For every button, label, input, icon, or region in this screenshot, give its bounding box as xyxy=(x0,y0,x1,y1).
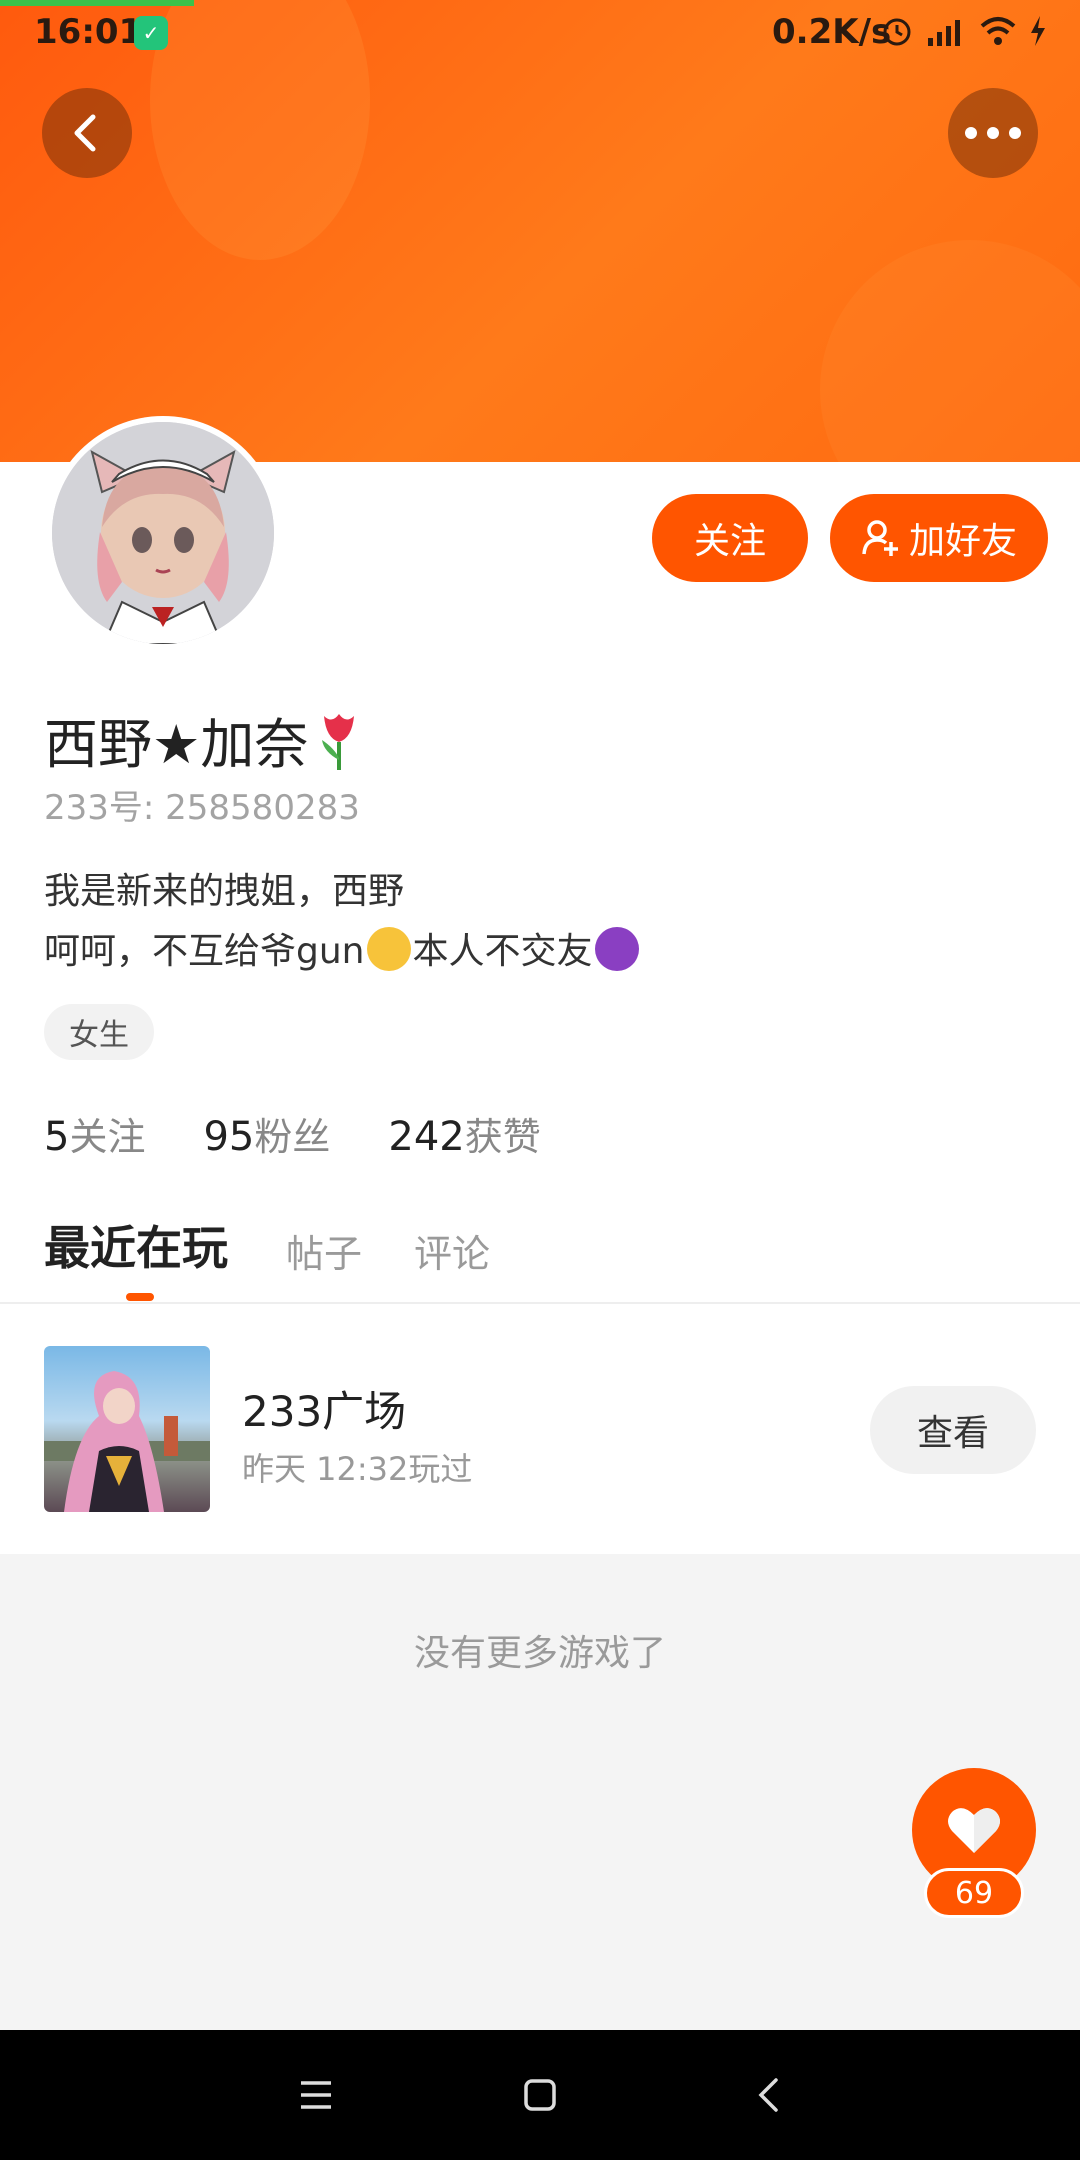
heart-icon xyxy=(948,1808,1000,1853)
bio-line-1: 我是新来的拽姐，西野 xyxy=(44,871,405,912)
network-speed: 0.2K/s xyxy=(772,12,892,52)
tab-indicator xyxy=(126,1293,154,1301)
unamused-face-icon xyxy=(366,927,411,971)
list-item[interactable]: 233广场 昨天 12:32玩过 查看 xyxy=(0,1304,1080,1554)
user-id: 233号: 258580283 xyxy=(44,788,360,828)
game-thumbnail xyxy=(44,1346,210,1512)
vpn-shield-icon: ✓ xyxy=(134,16,168,50)
more-button[interactable] xyxy=(948,88,1038,178)
user-name-text: 西野★加奈 xyxy=(44,713,309,776)
add-friend-label: 加好友 xyxy=(908,521,1017,562)
profile-banner xyxy=(0,0,1080,462)
back-button[interactable] xyxy=(42,88,132,178)
home-square-icon xyxy=(524,2079,556,2111)
angry-devil-icon xyxy=(594,927,639,971)
user-bio: 我是新来的拽姐，西野 呵呵，不互给爷gun 本人不交友 xyxy=(44,862,641,982)
stat-likes[interactable]: 242获赞 xyxy=(388,1106,540,1161)
more-dots-icon xyxy=(965,127,1021,139)
charging-icon xyxy=(1031,16,1045,46)
tab-recent-games[interactable]: 最近在玩 xyxy=(44,1212,228,1278)
game-title: 233广场 xyxy=(242,1387,407,1436)
bio-line-2: 呵呵，不互给爷gun 本人不交友 xyxy=(44,922,641,982)
avatar[interactable] xyxy=(46,416,280,650)
home-nav-button[interactable] xyxy=(510,2070,570,2120)
stat-following[interactable]: 5关注 xyxy=(44,1106,145,1161)
avatar-image xyxy=(52,422,274,644)
hd-signal-icon xyxy=(928,20,960,46)
add-user-icon xyxy=(862,520,898,556)
follow-button-label: 关注 xyxy=(693,521,766,562)
user-name: 西野★加奈 xyxy=(44,700,366,779)
tulip-emoji-icon xyxy=(322,713,355,770)
view-game-button[interactable]: 查看 xyxy=(870,1386,1036,1474)
bio-line-2-part-a: 呵呵，不互给爷gun xyxy=(44,931,365,972)
add-friend-button[interactable]: 加好友 xyxy=(830,494,1048,582)
no-more-games-text: 没有更多游戏了 xyxy=(413,1633,666,1674)
profile-tabs: 最近在玩 帖子 评论 xyxy=(44,1212,542,1278)
gender-tag: 女生 xyxy=(44,1004,154,1060)
wifi-icon xyxy=(980,17,1016,45)
chevron-left-icon xyxy=(74,114,96,152)
status-bar: 16:01 ✓ 0.2K/s xyxy=(0,0,1080,66)
game-played-time: 昨天 12:32玩过 xyxy=(242,1450,473,1488)
like-count: 69 xyxy=(924,1868,1024,1918)
back-triangle-icon xyxy=(758,2078,778,2112)
status-time: 16:01 xyxy=(34,12,143,52)
menu-icon xyxy=(301,2081,331,2109)
back-nav-button[interactable] xyxy=(738,2070,798,2120)
system-nav-bar xyxy=(0,2030,1080,2160)
profile-stats: 5关注 95粉丝 242获赞 xyxy=(44,1106,541,1161)
stat-fans[interactable]: 95粉丝 xyxy=(203,1106,330,1161)
tab-posts[interactable]: 帖子 xyxy=(286,1223,362,1278)
alarm-icon xyxy=(883,18,911,46)
menu-nav-button[interactable] xyxy=(286,2070,346,2120)
bio-line-2-part-b: 本人不交友 xyxy=(412,931,593,972)
tab-comments[interactable]: 评论 xyxy=(414,1223,490,1278)
follow-button[interactable]: 关注 xyxy=(652,494,808,582)
